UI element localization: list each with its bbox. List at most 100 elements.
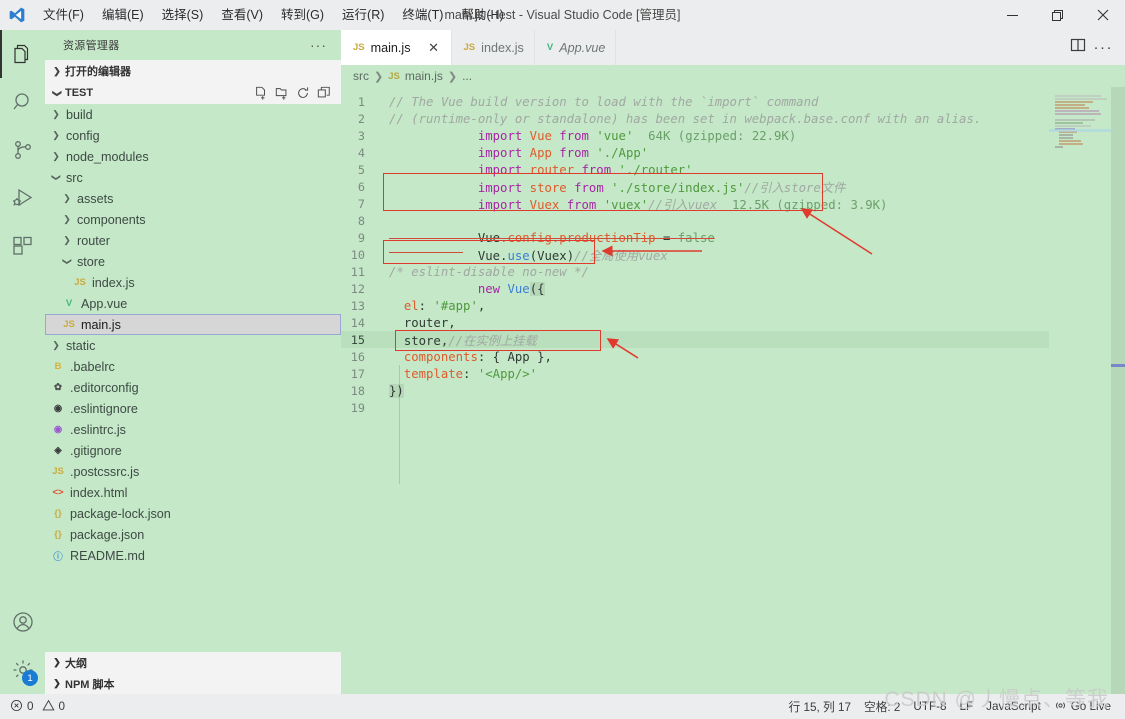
editor-tabs[interactable]: JS main.js ✕ JS index.js V App.vue ··· [341, 30, 1125, 65]
breadcrumb-item-symbol[interactable]: ... [462, 69, 472, 83]
chevron-right-icon: ❯ [63, 193, 71, 203]
activity-search[interactable] [0, 78, 45, 126]
code-line-12[interactable]: 12 new Vue({ [341, 280, 1125, 297]
status-eol[interactable]: LF [960, 700, 974, 713]
breadcrumb-item-file[interactable]: main.js [405, 69, 443, 83]
tree-item-assets[interactable]: ❯ assets [45, 188, 341, 209]
code-line-16[interactable]: 16 components: { App }, [341, 348, 1125, 365]
menu-run[interactable]: 运行(R) [333, 0, 393, 30]
window-controls[interactable] [990, 0, 1125, 30]
tree-item-static[interactable]: ❯ static [45, 335, 341, 356]
tree-item-build[interactable]: ❯ build [45, 104, 341, 125]
code-editor[interactable]: 1 // The Vue build version to load with … [341, 87, 1125, 694]
tree-item-components[interactable]: ❯ components [45, 209, 341, 230]
scrollbar-thumb[interactable] [1111, 87, 1125, 694]
tree-item-store[interactable]: ❯ store [45, 251, 341, 272]
activity-extensions[interactable] [0, 222, 45, 270]
tab-label: main.js [370, 40, 411, 55]
panel-outline[interactable]: ❯ 大纲 [45, 652, 341, 673]
code-line-18[interactable]: 18 }) [341, 382, 1125, 399]
chevron-down-icon: ❯ [52, 89, 63, 97]
tree-item-main-js[interactable]: JS main.js [45, 314, 341, 335]
panel-npm-label: NPM 脚本 [65, 678, 115, 691]
token-bracket: }) [389, 383, 404, 398]
line-number: 14 [350, 315, 365, 330]
status-language-mode[interactable]: JavaScript [986, 700, 1041, 713]
tree-item-node-modules[interactable]: ❯ node_modules [45, 146, 341, 167]
code-line-7[interactable]: 7 import Vuex from 'vuex'//引入vuex 12.5K … [341, 195, 1125, 212]
line-number: 15 [350, 332, 365, 347]
tree-item-package-lock-json[interactable]: {} package-lock.json [45, 503, 341, 524]
status-problems[interactable]: 0 0 [10, 699, 65, 715]
activity-settings[interactable]: 1 [0, 646, 45, 694]
code-line-1[interactable]: 1 // The Vue build version to load with … [341, 93, 1125, 110]
tree-item--eslintignore[interactable]: ◉ .eslintignore [45, 398, 341, 419]
breadcrumb-item-src[interactable]: src [353, 69, 369, 83]
tree-item-router[interactable]: ❯ router [45, 230, 341, 251]
menu-go[interactable]: 转到(G) [272, 0, 333, 30]
refresh-icon[interactable] [294, 84, 312, 102]
panel-npm-scripts[interactable]: ❯ NPM 脚本 [45, 673, 341, 694]
code-line-19[interactable]: 19 [341, 399, 1125, 416]
js-file-icon: JS [388, 70, 400, 82]
collapse-all-icon[interactable] [315, 84, 333, 102]
tree-item--postcssrc-js[interactable]: JS .postcssrc.js [45, 461, 341, 482]
minimap-content [1049, 87, 1111, 148]
more-actions-icon[interactable]: ··· [1094, 39, 1114, 56]
code-line-10[interactable]: 10 Vue.use(Vuex)//全局使用vuex [341, 246, 1125, 263]
code-line-13[interactable]: 13 el: '#app', [341, 297, 1125, 314]
tab-main-js[interactable]: JS main.js ✕ [341, 30, 452, 65]
file-type-icon: {} [54, 529, 62, 540]
tree-item-index-js[interactable]: JS index.js [45, 272, 341, 293]
file-tree[interactable]: ❯ build ❯ config ❯ node_modules ❯ src ❯ assets ❯ co… [45, 104, 341, 652]
breadcrumb[interactable]: src ❯ JS main.js ❯ ... [341, 65, 1125, 87]
menu-edit[interactable]: 编辑(E) [93, 0, 153, 30]
split-editor-icon[interactable] [1070, 37, 1086, 58]
status-go-live[interactable]: Go Live [1054, 699, 1111, 715]
tree-item-index-html[interactable]: <> index.html [45, 482, 341, 503]
tree-item--eslintrc-js[interactable]: ◉ .eslintrc.js [45, 419, 341, 440]
activity-account[interactable] [0, 598, 45, 646]
token-bracket: ({ [529, 281, 545, 296]
code-line-14[interactable]: 14 router, [341, 314, 1125, 331]
tree-item--editorconfig[interactable]: ✿ .editorconfig [45, 377, 341, 398]
status-encoding[interactable]: UTF-8 [913, 700, 946, 713]
tree-item-package-json[interactable]: {} package.json [45, 524, 341, 545]
tree-item-readme-md[interactable]: ⓘ README.md [45, 545, 341, 566]
section-workspace-test[interactable]: ❯ TEST [45, 82, 341, 104]
sidebar-more-actions-icon[interactable]: ··· [310, 37, 327, 53]
close-button[interactable] [1080, 0, 1125, 30]
tree-item--gitignore[interactable]: ◈ .gitignore [45, 440, 341, 461]
menu-terminal[interactable]: 终端(T) [393, 0, 452, 30]
new-file-icon[interactable] [252, 84, 270, 102]
editor-tab-actions[interactable]: ··· [1070, 30, 1125, 65]
token-comment: //引入vuex [648, 197, 718, 212]
menu-bar[interactable]: 文件(F) 编辑(E) 选择(S) 查看(V) 转到(G) 运行(R) 终端(T… [34, 0, 513, 30]
menu-help[interactable]: 帮助(H) [452, 0, 512, 30]
maximize-button[interactable] [1035, 0, 1080, 30]
status-indentation[interactable]: 空格: 2 [864, 698, 900, 715]
tab-app-vue[interactable]: V App.vue [534, 30, 617, 65]
tree-item-app-vue[interactable]: V App.vue [45, 293, 341, 314]
code-line-17[interactable]: 17 template: '<App/>' [341, 365, 1125, 382]
minimize-button[interactable] [990, 0, 1035, 30]
tab-index-js[interactable]: JS index.js [451, 30, 535, 65]
status-cursor-position[interactable]: 行 15, 列 17 [789, 698, 851, 715]
menu-selection[interactable]: 选择(S) [153, 0, 213, 30]
js-file-icon: JS [463, 42, 476, 53]
code-line-15[interactable]: 15 store,//在实例上挂载 [341, 331, 1125, 348]
activity-source-control[interactable] [0, 126, 45, 174]
minimap[interactable] [1049, 87, 1111, 694]
editor-scrollbar[interactable] [1111, 87, 1125, 694]
menu-file[interactable]: 文件(F) [34, 0, 93, 30]
tree-item-src[interactable]: ❯ src [45, 167, 341, 188]
menu-view[interactable]: 查看(V) [212, 0, 272, 30]
section-open-editors[interactable]: ❯ 打开的编辑器 [45, 60, 341, 82]
activity-explorer[interactable] [0, 30, 45, 78]
tab-close-icon[interactable]: ✕ [427, 40, 441, 56]
tree-item-config[interactable]: ❯ config [45, 125, 341, 146]
activity-run-debug[interactable] [0, 174, 45, 222]
panel-outline-label: 大纲 [65, 657, 87, 670]
tree-item--babelrc[interactable]: B .babelrc [45, 356, 341, 377]
new-folder-icon[interactable] [273, 84, 291, 102]
